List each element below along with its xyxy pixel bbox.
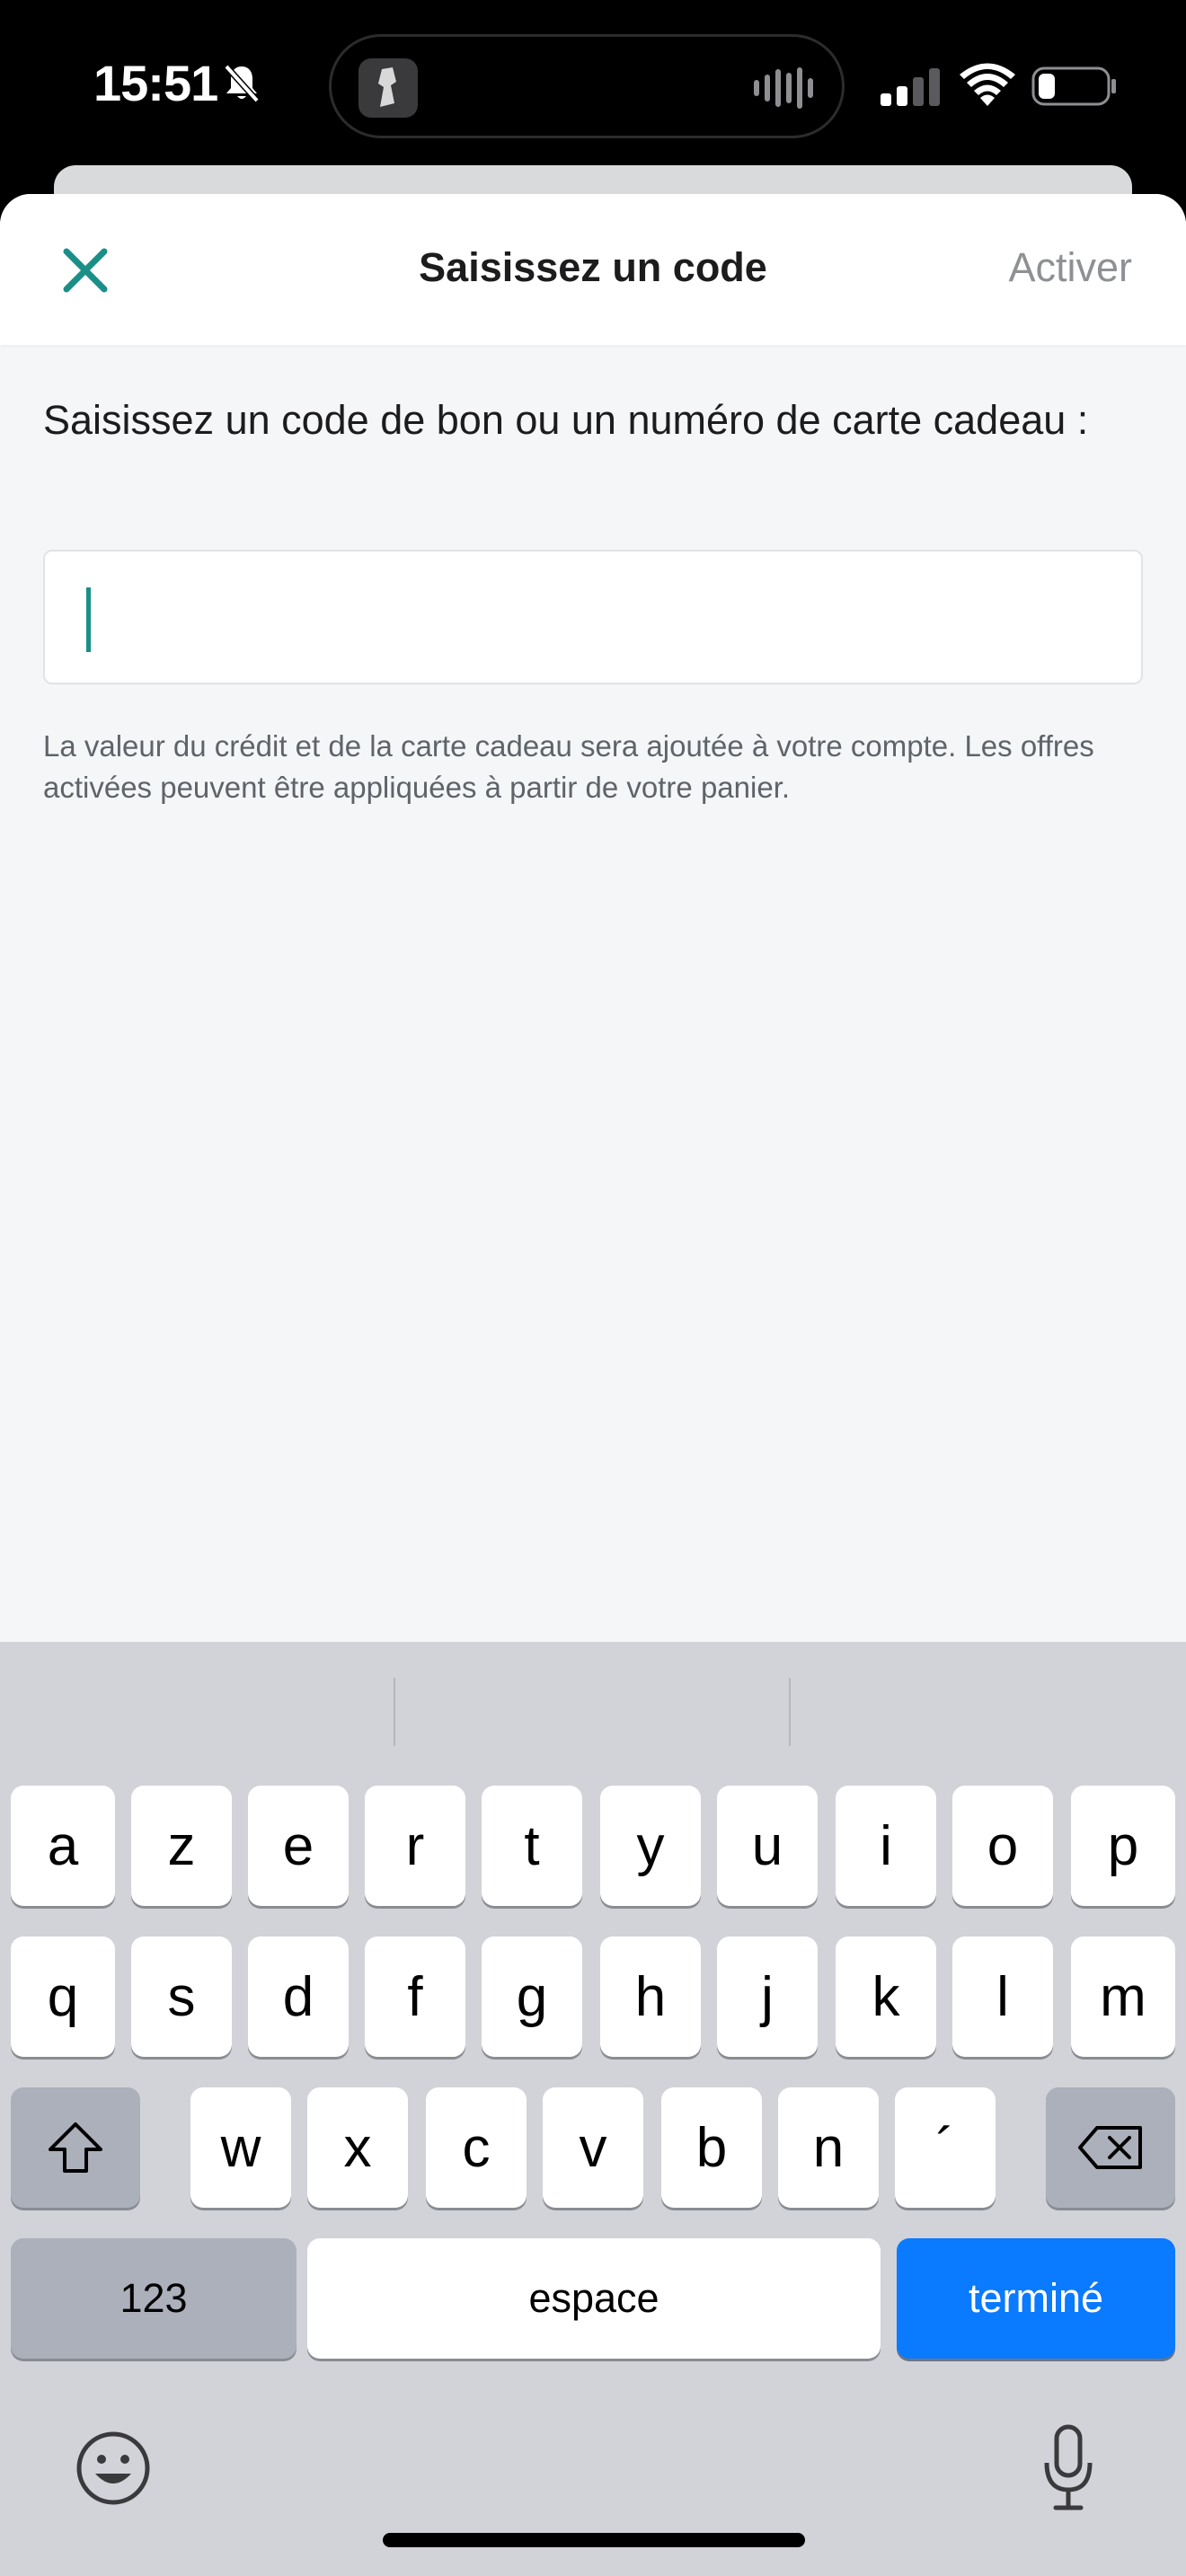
help-text: La valeur du crédit et de la carte cadea…: [43, 729, 1094, 804]
music-album-art: [358, 58, 418, 118]
text-caret: [86, 587, 91, 652]
key-b[interactable]: b: [661, 2087, 762, 2208]
key-q[interactable]: q: [11, 1936, 115, 2057]
code-prompt: Saisissez un code de bon ou un numéro de…: [43, 397, 1089, 443]
space-key[interactable]: espace: [307, 2238, 881, 2359]
battery-icon: [1031, 66, 1116, 106]
code-input[interactable]: [43, 550, 1143, 684]
numbers-key[interactable]: 123: [11, 2238, 296, 2359]
key-f[interactable]: f: [365, 1936, 465, 2057]
key-acute-accent[interactable]: ´: [895, 2087, 996, 2208]
key-y[interactable]: y: [600, 1786, 701, 1906]
key-v[interactable]: v: [543, 2087, 643, 2208]
done-key[interactable]: terminé: [897, 2238, 1175, 2359]
dynamic-island[interactable]: [329, 34, 845, 138]
key-h[interactable]: h: [600, 1936, 701, 2057]
home-indicator[interactable]: [383, 2533, 805, 2547]
activate-button[interactable]: Activer: [1008, 244, 1132, 291]
key-e[interactable]: e: [248, 1786, 349, 1906]
key-o[interactable]: o: [952, 1786, 1053, 1906]
key-a[interactable]: a: [11, 1786, 115, 1906]
key-l[interactable]: l: [952, 1936, 1053, 2057]
predictive-divider: [394, 1678, 395, 1746]
key-t[interactable]: t: [482, 1786, 582, 1906]
key-c[interactable]: c: [426, 2087, 527, 2208]
key-p[interactable]: p: [1071, 1786, 1175, 1906]
keyboard: a z e r t y u i o p q s d f g h j k l m …: [0, 1642, 1186, 2576]
key-z[interactable]: z: [131, 1786, 232, 1906]
status-bar: 15:51: [0, 0, 1186, 171]
key-u[interactable]: u: [717, 1786, 818, 1906]
emoji-icon[interactable]: [74, 2429, 153, 2508]
predictive-divider: [789, 1678, 791, 1746]
key-m[interactable]: m: [1071, 1936, 1175, 2057]
backspace-key[interactable]: [1046, 2087, 1175, 2208]
navigation-bar: Saisissez un code Activer: [0, 194, 1186, 345]
wifi-icon: [960, 63, 1015, 106]
cellular-signal-icon: [881, 68, 940, 106]
status-time: 15:51: [93, 55, 218, 111]
key-x[interactable]: x: [307, 2087, 408, 2208]
key-k[interactable]: k: [836, 1936, 936, 2057]
bell-slash-icon: [224, 64, 260, 103]
microphone-icon[interactable]: [1042, 2423, 1094, 2513]
key-r[interactable]: r: [365, 1786, 465, 1906]
key-g[interactable]: g: [482, 1936, 582, 2057]
shift-icon: [49, 2122, 102, 2173]
key-w[interactable]: w: [190, 2087, 291, 2208]
key-j[interactable]: j: [717, 1936, 818, 2057]
key-n[interactable]: n: [778, 2087, 879, 2208]
key-s[interactable]: s: [131, 1936, 232, 2057]
key-i[interactable]: i: [836, 1786, 936, 1906]
shift-key[interactable]: [11, 2087, 140, 2208]
backspace-icon: [1078, 2126, 1142, 2169]
audio-waveform-icon: [754, 67, 813, 109]
key-d[interactable]: d: [248, 1936, 349, 2057]
